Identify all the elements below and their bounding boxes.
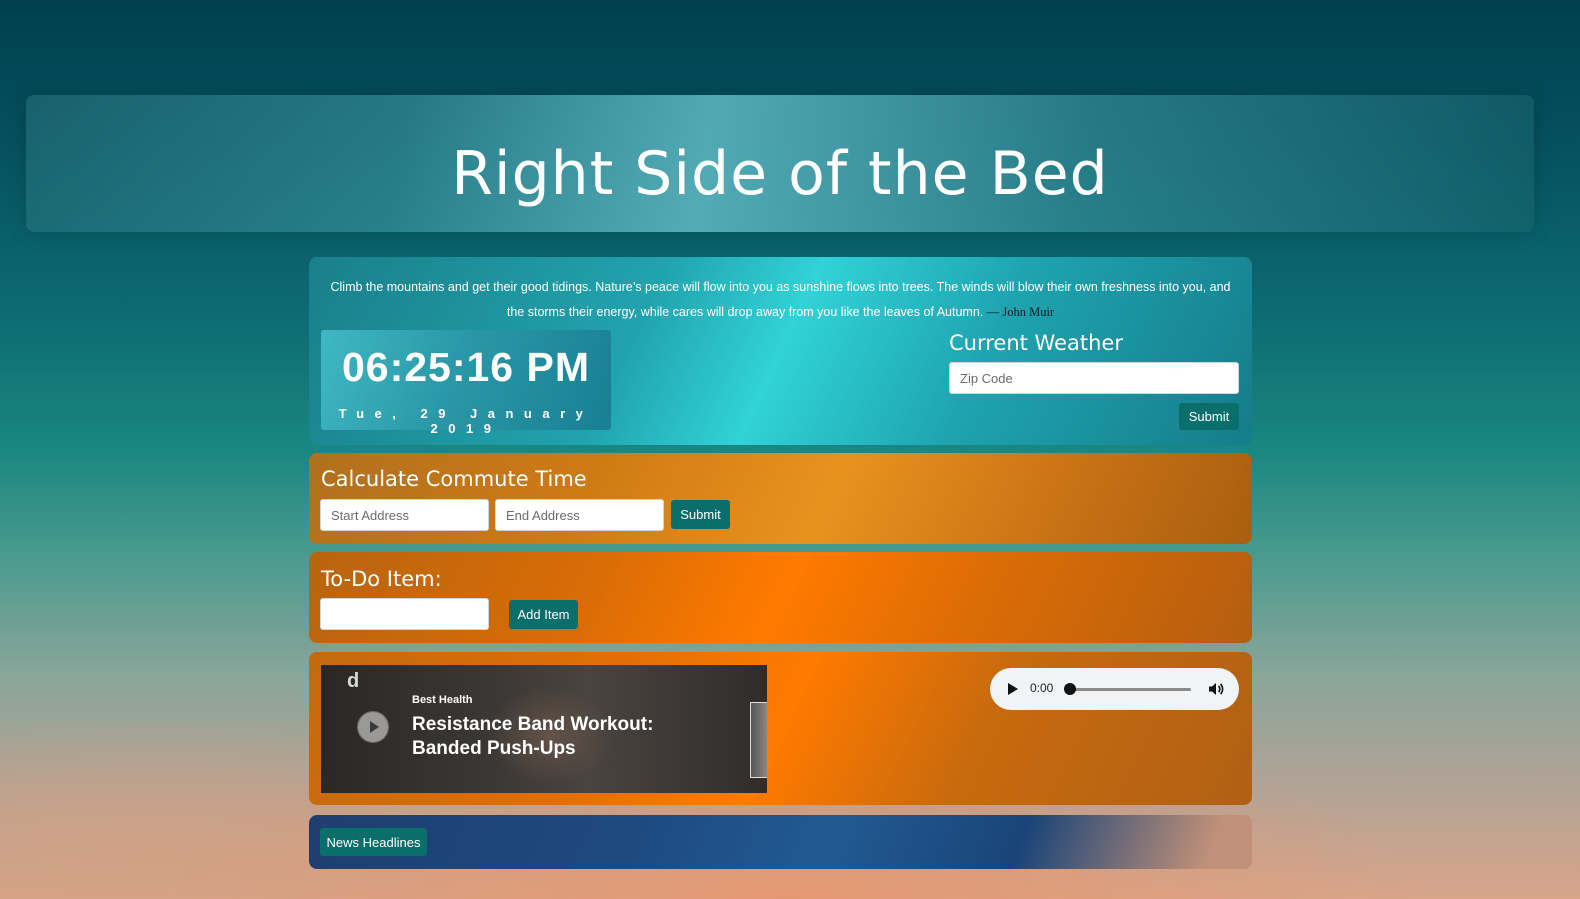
quote-weather-panel: Climb the mountains and get their good t…: [309, 257, 1252, 445]
audio-progress-thumb[interactable]: [1064, 683, 1076, 695]
video-brand: Best Health: [412, 694, 473, 706]
video-play-icon[interactable]: [358, 712, 388, 742]
clock-time: 06:25:16 PM: [341, 344, 590, 390]
zip-code-input[interactable]: [949, 362, 1239, 394]
todo-input[interactable]: [320, 598, 489, 630]
quote-text: Climb the mountains and get their good t…: [330, 280, 1231, 319]
volume-icon[interactable]: [1208, 681, 1224, 697]
audio-player: 0:00: [990, 668, 1239, 710]
end-address-input[interactable]: [495, 499, 664, 531]
weather-title: Current Weather: [949, 331, 1123, 355]
weather-submit-button[interactable]: Submit: [1179, 403, 1239, 430]
video-next-thumbnail[interactable]: [750, 702, 767, 778]
start-address-input[interactable]: [320, 499, 489, 531]
todo-panel: To-Do Item: Add Item: [309, 552, 1252, 643]
audio-time: 0:00: [1030, 681, 1054, 695]
quote-block: Climb the mountains and get their good t…: [323, 275, 1238, 325]
clock-widget: 06:25:16 PM Tue, 29 January 2019: [321, 330, 611, 436]
clock-date: Tue, 29 January 2019: [338, 406, 594, 436]
video-player[interactable]: d Best Health Resistance Band Workout: B…: [321, 665, 767, 793]
quote-author: — John Muir: [986, 305, 1055, 319]
commute-title: Calculate Commute Time: [321, 467, 587, 491]
media-panel: d Best Health Resistance Band Workout: B…: [309, 652, 1252, 805]
commute-panel: Calculate Commute Time Submit: [309, 453, 1252, 544]
video-logo: d: [347, 670, 360, 692]
news-panel: News Headlines: [309, 815, 1252, 869]
commute-submit-button[interactable]: Submit: [671, 500, 730, 529]
page-title: Right Side of the Bed: [451, 139, 1109, 209]
page-header: Right Side of the Bed: [26, 95, 1534, 232]
audio-play-icon[interactable]: [1008, 683, 1018, 695]
news-headlines-button[interactable]: News Headlines: [320, 828, 427, 856]
add-item-button[interactable]: Add Item: [509, 600, 578, 629]
todo-title: To-Do Item:: [321, 567, 442, 591]
audio-progress-track[interactable]: [1070, 688, 1191, 691]
video-title: Resistance Band Workout: Banded Push-Ups: [412, 714, 654, 759]
